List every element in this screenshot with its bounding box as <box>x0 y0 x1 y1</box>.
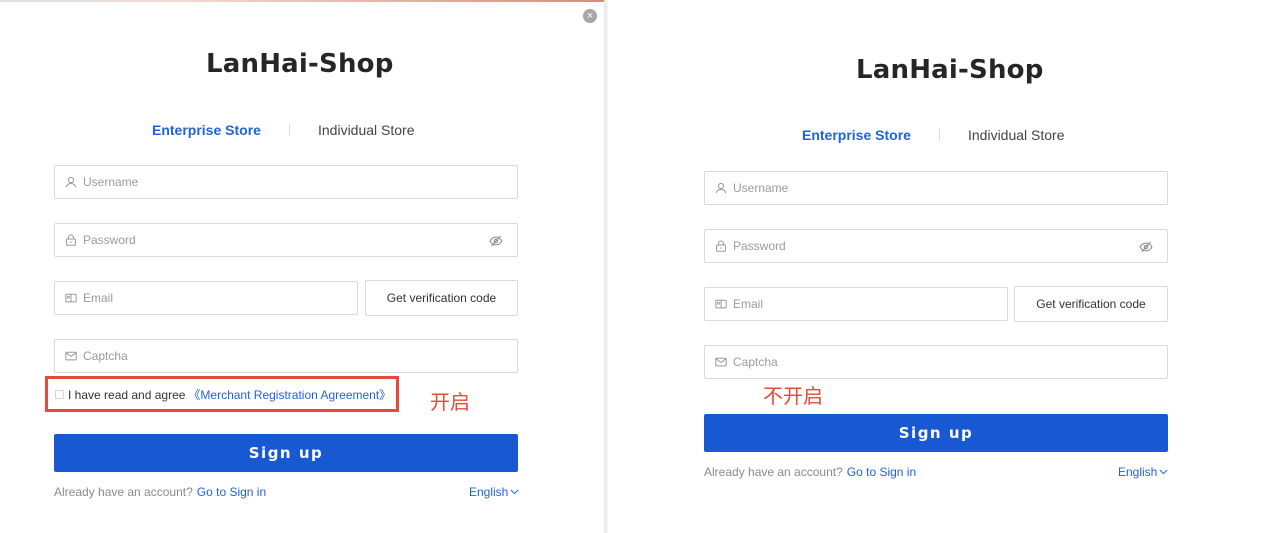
close-icon[interactable]: × <box>583 9 597 23</box>
chevron-down-icon <box>1159 469 1168 475</box>
annotation-disabled: 不开启 <box>763 384 823 408</box>
username-input[interactable]: Username <box>704 171 1168 205</box>
id-card-icon <box>65 292 77 304</box>
username-input[interactable]: Username <box>54 165 518 199</box>
user-icon <box>65 176 77 188</box>
registration-panel-left: × LanHai-Shop Enterprise Store Individua… <box>0 0 604 533</box>
tab-individual-store[interactable]: Individual Store <box>318 122 415 138</box>
annotation-enabled: 开启 <box>430 390 470 414</box>
email-input[interactable]: Email <box>54 281 358 315</box>
email-input[interactable]: Email <box>704 287 1008 321</box>
password-placeholder: Password <box>83 233 136 247</box>
tab-divider <box>289 124 290 136</box>
sign-up-button[interactable]: Sign up <box>704 414 1168 452</box>
sign-up-button[interactable]: Sign up <box>54 434 518 472</box>
already-have-account-text: Already have an account? <box>54 485 193 499</box>
tab-enterprise-store[interactable]: Enterprise Store <box>802 127 911 143</box>
id-card-icon <box>715 298 727 310</box>
captcha-input[interactable]: Captcha <box>54 339 518 373</box>
email-placeholder: Email <box>733 297 764 311</box>
highlight-box <box>45 376 399 412</box>
email-placeholder: Email <box>83 291 114 305</box>
signin-prompt: Already have an account? Go to Sign in <box>704 465 916 479</box>
eye-off-icon[interactable] <box>1139 240 1153 254</box>
password-input[interactable]: Password <box>704 229 1168 263</box>
captcha-placeholder: Captcha <box>733 355 778 369</box>
eye-off-icon[interactable] <box>489 234 503 248</box>
username-placeholder: Username <box>733 181 789 195</box>
mail-icon <box>65 350 77 362</box>
store-type-tabs: Enterprise Store Individual Store <box>802 127 1102 145</box>
go-to-sign-in-link[interactable]: Go to Sign in <box>197 485 266 499</box>
language-selector[interactable]: English <box>1118 465 1168 479</box>
password-placeholder: Password <box>733 239 786 253</box>
captcha-placeholder: Captcha <box>83 349 128 363</box>
tab-individual-store[interactable]: Individual Store <box>968 127 1065 143</box>
password-input[interactable]: Password <box>54 223 518 257</box>
tab-divider <box>939 129 940 141</box>
language-selector[interactable]: English <box>469 485 519 499</box>
get-verification-code-button[interactable]: Get verification code <box>365 280 518 316</box>
signin-prompt: Already have an account? Go to Sign in <box>54 485 266 499</box>
go-to-sign-in-link[interactable]: Go to Sign in <box>847 465 916 479</box>
user-icon <box>715 182 727 194</box>
captcha-input[interactable]: Captcha <box>704 345 1168 379</box>
app-title: LanHai-Shop <box>206 49 394 79</box>
mail-icon <box>715 356 727 368</box>
lock-icon <box>65 234 77 246</box>
registration-panel-right: LanHai-Shop Enterprise Store Individual … <box>608 0 1267 533</box>
chevron-down-icon <box>510 489 519 495</box>
lock-icon <box>715 240 727 252</box>
language-label: English <box>1118 465 1158 479</box>
language-label: English <box>469 485 509 499</box>
tab-enterprise-store[interactable]: Enterprise Store <box>152 122 261 138</box>
username-placeholder: Username <box>83 175 139 189</box>
get-verification-code-button[interactable]: Get verification code <box>1014 286 1168 322</box>
store-type-tabs: Enterprise Store Individual Store <box>152 122 452 140</box>
app-title: LanHai-Shop <box>856 55 1044 85</box>
already-have-account-text: Already have an account? <box>704 465 843 479</box>
